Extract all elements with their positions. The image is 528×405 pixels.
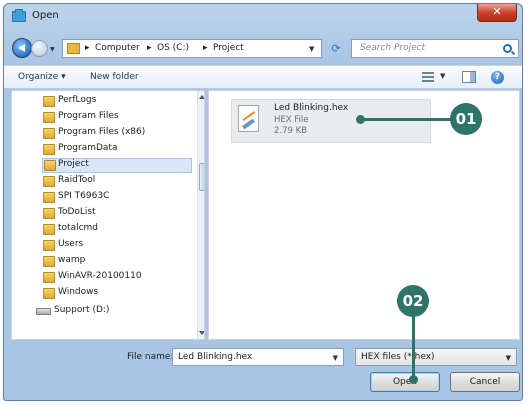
folder-icon <box>43 224 55 235</box>
search-input[interactable]: Search Project <box>351 39 519 58</box>
refresh-button[interactable]: ⟳ <box>326 40 346 57</box>
hex-file-icon <box>238 105 259 132</box>
folder-icon <box>43 144 55 155</box>
folder-icon <box>43 208 55 219</box>
breadcrumb-drive[interactable]: OS (C:) <box>157 43 189 53</box>
folder-icon <box>43 256 55 267</box>
sidebar-item-totalcmd[interactable]: totalcmd <box>43 223 98 238</box>
filter-value: HEX files (*.hex) <box>361 352 435 362</box>
callout-line <box>362 118 452 121</box>
preview-pane-icon[interactable] <box>462 71 476 83</box>
sidebar-item-project[interactable]: Project <box>42 158 192 173</box>
breadcrumb-separator[interactable]: ▸ <box>203 43 208 53</box>
navigation-scrollbar[interactable] <box>197 91 204 339</box>
folder-icon <box>43 272 55 283</box>
open-button[interactable]: Open <box>370 372 440 392</box>
sidebar-item-windows[interactable]: Windows <box>43 287 98 302</box>
command-bar: Organize ▾ New folder ▼ ? <box>4 65 522 89</box>
sidebar-item-wamp[interactable]: wamp <box>43 255 85 270</box>
search-placeholder: Search Project <box>360 43 426 53</box>
scroll-thumb[interactable] <box>199 163 204 191</box>
file-type: HEX File <box>274 115 309 125</box>
sidebar-item-perflogs[interactable]: PerfLogs <box>43 95 96 110</box>
recent-locations-dropdown[interactable]: ▼ <box>50 46 55 53</box>
sidebar-item-programdata[interactable]: ProgramData <box>43 143 117 158</box>
new-folder-button[interactable]: New folder <box>90 72 139 82</box>
folder-icon <box>67 43 80 54</box>
callout-line <box>412 316 415 378</box>
address-bar[interactable]: ▸ Computer ▸ OS (C:) ▸ Project ▼ <box>62 39 322 58</box>
callout-badge-01: 01 <box>450 103 482 135</box>
help-button[interactable]: ? <box>491 71 504 84</box>
open-dialog: Open ✕ ▼ ▸ Computer ▸ OS (C:) ▸ Project … <box>3 3 523 401</box>
sidebar-item-winavr[interactable]: WinAVR-20100110 <box>43 271 142 286</box>
file-name: Led Blinking.hex <box>274 103 349 113</box>
breadcrumb-project[interactable]: Project <box>213 43 244 53</box>
forward-button[interactable] <box>31 40 48 57</box>
filename-label: File name: <box>127 352 174 362</box>
filename-value: Led Blinking.hex <box>178 352 253 362</box>
title-bar: Open ✕ <box>4 4 522 30</box>
sidebar-item-program-files[interactable]: Program Files <box>43 111 119 126</box>
filename-dropdown[interactable]: ▼ <box>333 354 338 362</box>
folder-icon <box>43 96 55 107</box>
sidebar-item-program-files-x86[interactable]: Program Files (x86) <box>43 127 145 142</box>
folder-icon <box>43 240 55 251</box>
search-icon[interactable] <box>503 44 512 53</box>
address-dropdown[interactable]: ▼ <box>309 45 314 53</box>
navigation-pane: PerfLogs Program Files Program Files (x8… <box>11 90 205 340</box>
back-button[interactable] <box>12 38 32 58</box>
view-options-icon[interactable] <box>422 72 434 82</box>
scroll-up-icon[interactable] <box>199 95 204 99</box>
callout-badge-02: 02 <box>397 285 429 317</box>
folder-icon <box>43 112 55 123</box>
folder-icon <box>43 176 55 187</box>
filename-field[interactable]: Led Blinking.hex ▼ <box>172 348 344 366</box>
sidebar-item-users[interactable]: Users <box>43 239 83 254</box>
sidebar-item-raidtool[interactable]: RaidTool <box>43 175 95 190</box>
close-button[interactable]: ✕ <box>477 4 517 22</box>
cancel-button[interactable]: Cancel <box>450 372 520 392</box>
view-dropdown[interactable]: ▼ <box>440 72 445 80</box>
folder-icon <box>43 128 55 139</box>
file-item[interactable]: Led Blinking.hex HEX File 2.79 KB <box>231 99 431 143</box>
folder-icon <box>43 192 55 203</box>
dialog-title: Open <box>32 10 59 21</box>
breadcrumb-computer[interactable]: Computer <box>95 43 140 53</box>
file-type-filter[interactable]: HEX files (*.hex) ▼ <box>355 348 517 366</box>
scroll-down-icon[interactable] <box>199 331 204 335</box>
sidebar-item-todolist[interactable]: ToDoList <box>43 207 96 222</box>
sidebar-item-support-drive[interactable]: Support (D:) <box>36 305 109 320</box>
close-icon: ✕ <box>492 5 502 18</box>
refresh-icon: ⟳ <box>331 42 341 55</box>
breadcrumb-separator[interactable]: ▸ <box>85 43 90 53</box>
drive-icon <box>36 308 51 315</box>
folder-icon <box>44 160 56 171</box>
chevron-down-icon[interactable]: ▼ <box>506 354 511 362</box>
file-size: 2.79 KB <box>274 126 308 136</box>
sidebar-item-spi-t6963c[interactable]: SPI T6963C <box>43 191 109 206</box>
callout-marker <box>409 375 418 384</box>
folder-icon <box>12 9 26 22</box>
breadcrumb-separator[interactable]: ▸ <box>147 43 152 53</box>
folder-icon <box>43 288 55 299</box>
organize-button[interactable]: Organize ▾ <box>18 72 66 82</box>
